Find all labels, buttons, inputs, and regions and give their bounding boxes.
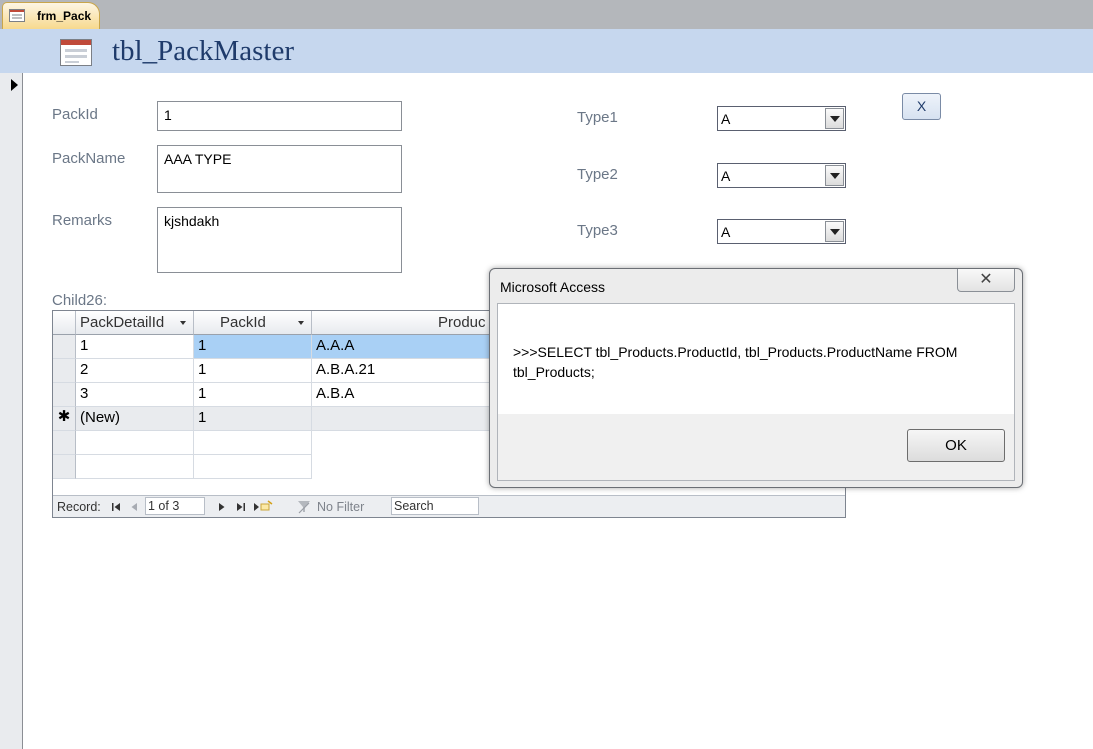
new-record-nav-icon[interactable]: [253, 500, 273, 514]
empty-cell: [76, 431, 194, 455]
page-title: tbl_PackMaster: [112, 35, 295, 67]
column-header-label: PackDetailId: [80, 314, 165, 331]
row-selector[interactable]: [53, 359, 76, 383]
search-input[interactable]: Search: [391, 497, 479, 515]
dialog-body: >>>SELECT tbl_Products.ProductId, tbl_Pr…: [497, 303, 1015, 481]
cell-packid[interactable]: 1: [194, 335, 312, 359]
type1-combo[interactable]: A: [717, 106, 846, 131]
dialog-message: >>>SELECT tbl_Products.ProductId, tbl_Pr…: [513, 344, 958, 380]
cell-packid[interactable]: 1: [194, 359, 312, 383]
select-all-corner[interactable]: [53, 311, 76, 335]
form-icon: [9, 9, 25, 22]
type2-combo[interactable]: A: [717, 163, 846, 188]
current-record-arrow-icon: [11, 79, 18, 91]
record-navigation-bar: Record: 1 of 3 No Filter Search: [53, 495, 845, 517]
form-icon: [60, 39, 92, 66]
empty-cell: [194, 431, 312, 455]
empty-cell: [194, 455, 312, 479]
packname-field[interactable]: AAA TYPE: [157, 145, 402, 193]
cell-packdetailid[interactable]: 2: [76, 359, 194, 383]
filter-icon[interactable]: [297, 500, 311, 514]
remarks-field[interactable]: kjshdakh: [157, 207, 402, 273]
first-record-icon[interactable]: [111, 501, 123, 513]
row-selector: [53, 431, 76, 455]
row-selector: [53, 455, 76, 479]
form-header: tbl_PackMaster: [0, 29, 1093, 73]
cell-packdetailid[interactable]: (New): [76, 407, 194, 431]
last-record-icon[interactable]: [235, 501, 247, 513]
column-header-packid[interactable]: PackId: [194, 311, 312, 335]
empty-cell: [76, 455, 194, 479]
column-header-label: PackId: [220, 314, 266, 331]
previous-record-icon[interactable]: [129, 501, 139, 513]
type3-combo[interactable]: A: [717, 219, 846, 244]
type1-label: Type1: [577, 109, 618, 126]
column-header-packdetailid[interactable]: PackDetailId: [76, 311, 194, 335]
sort-arrow-icon[interactable]: [298, 321, 304, 325]
packid-label: PackId: [52, 106, 98, 123]
type1-value: A: [721, 111, 731, 127]
type2-label: Type2: [577, 166, 618, 183]
type3-value: A: [721, 224, 731, 240]
subform-label: Child26:: [52, 292, 108, 309]
filter-status[interactable]: No Filter: [317, 500, 364, 514]
type2-value: A: [721, 168, 731, 184]
row-selector[interactable]: [53, 383, 76, 407]
dialog-message-area: >>>SELECT tbl_Products.ProductId, tbl_Pr…: [498, 304, 1014, 414]
packname-label: PackName: [52, 150, 126, 167]
cell-packid[interactable]: 1: [194, 383, 312, 407]
record-position-input[interactable]: 1 of 3: [145, 497, 205, 515]
cell-packid[interactable]: 1: [194, 407, 312, 431]
record-label: Record:: [57, 500, 101, 514]
chevron-down-icon[interactable]: [825, 165, 844, 186]
message-dialog: Microsoft Access ✕ >>>SELECT tbl_Product…: [489, 268, 1023, 488]
dialog-title: Microsoft Access: [500, 279, 606, 295]
document-tab-bar: frm_Pack: [0, 0, 1093, 29]
new-record-icon: ✱: [53, 407, 76, 431]
row-selector[interactable]: [53, 335, 76, 359]
sort-arrow-icon[interactable]: [180, 321, 186, 325]
close-icon[interactable]: ✕: [957, 269, 1015, 292]
cell-packdetailid[interactable]: 1: [76, 335, 194, 359]
chevron-down-icon[interactable]: [825, 108, 844, 129]
tab-label: frm_Pack: [37, 9, 92, 23]
remarks-label: Remarks: [52, 212, 113, 229]
chevron-down-icon[interactable]: [825, 221, 844, 242]
tab-frm-pack[interactable]: frm_Pack: [2, 2, 100, 29]
next-record-icon[interactable]: [217, 501, 227, 513]
record-selector[interactable]: [0, 73, 23, 749]
column-header-label: Produc: [438, 314, 486, 331]
packid-field[interactable]: 1: [157, 101, 402, 131]
ok-button[interactable]: OK: [907, 429, 1005, 462]
cell-packdetailid[interactable]: 3: [76, 383, 194, 407]
close-form-button[interactable]: X: [902, 93, 941, 120]
type3-label: Type3: [577, 222, 618, 239]
